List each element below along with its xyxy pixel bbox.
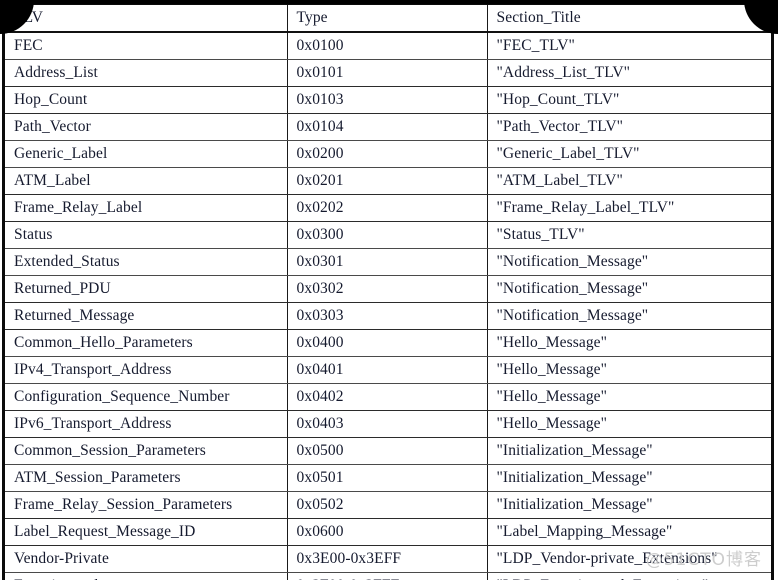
- table-header: TLV Type Section_Title: [5, 5, 771, 33]
- cell-tlv: IPv4_Transport_Address: [5, 356, 288, 384]
- cell-tlv: ATM_Session_Parameters: [5, 464, 288, 492]
- cell-section-title: "Notification_Message": [487, 248, 771, 276]
- cell-tlv: Label_Request_Message_ID: [5, 518, 288, 546]
- table-row: Hop_Count 0x0103 "Hop_Count_TLV": [5, 86, 771, 114]
- cell-tlv: Common_Hello_Parameters: [5, 329, 288, 357]
- cell-section-title: "Status_TLV": [487, 221, 771, 249]
- table-row: Status 0x0300 "Status_TLV": [5, 221, 771, 249]
- cell-type: 0x0103: [287, 86, 488, 114]
- cell-type: 0x3F00-0x3FFF: [287, 572, 488, 580]
- table-body: FEC 0x0100 "FEC_TLV" Address_List 0x0101 "Add…: [5, 32, 771, 580]
- column-header-type: Type: [287, 5, 488, 33]
- cell-section-title: "Initialization_Message": [487, 464, 771, 492]
- cell-section-title: "Hello_Message": [487, 329, 771, 357]
- ldp-tlv-table: TLV Type Section_Title FEC 0x0100 "FEC_TLV…: [5, 5, 771, 580]
- cell-section-title: "Hello_Message": [487, 383, 771, 411]
- table-row: Experimental0x3F00-0x3FFF"LDP_Experiment…: [5, 572, 771, 580]
- cell-tlv: IPv6_Transport_Address: [5, 410, 288, 438]
- cell-type: 0x0101: [287, 59, 488, 87]
- cell-tlv: Extended_Status: [5, 248, 288, 276]
- cell-tlv: Experimental: [5, 572, 288, 580]
- cell-type: 0x0302: [287, 275, 488, 303]
- column-header-tlv: TLV: [5, 5, 288, 33]
- cell-section-title: "Hello_Message": [487, 410, 771, 438]
- cell-type: 0x0202: [287, 194, 488, 222]
- cell-type: 0x0600: [287, 518, 488, 546]
- cell-tlv: Vendor-Private: [5, 545, 288, 573]
- cell-type: 0x0104: [287, 113, 488, 141]
- cell-type: 0x0500: [287, 437, 488, 465]
- cell-type: 0x0200: [287, 140, 488, 168]
- cell-tlv: Returned_Message: [5, 302, 288, 330]
- cell-section-title: "Hop_Count_TLV": [487, 86, 771, 114]
- cell-section-title: "Initialization_Message": [487, 491, 771, 519]
- cell-tlv: Status: [5, 221, 288, 249]
- table-row: Configuration_Sequence_Number 0x0402 "Hell…: [5, 383, 771, 411]
- table-row: Common_Hello_Parameters 0x0400 "Hello_Mess…: [5, 329, 771, 357]
- cell-tlv: Returned_PDU: [5, 275, 288, 303]
- cell-tlv: Configuration_Sequence_Number: [5, 383, 288, 411]
- cell-tlv: ATM_Label: [5, 167, 288, 195]
- table-row: Returned_Message 0x0303 "Notification_Mess…: [5, 302, 771, 330]
- cell-type: 0x0403: [287, 410, 488, 438]
- cell-section-title: "Generic_Label_TLV": [487, 140, 771, 168]
- scanned-page: TLV Type Section_Title FEC 0x0100 "FEC_TLV…: [0, 0, 778, 580]
- cell-section-title: "Notification_Message": [487, 302, 771, 330]
- cell-tlv: Generic_Label: [5, 140, 288, 168]
- table-row: Common_Session_Parameters 0x0500 "Initiali…: [5, 437, 771, 465]
- table-header-row: TLV Type Section_Title: [5, 5, 771, 33]
- cell-type: 0x0502: [287, 491, 488, 519]
- cell-section-title: "Label_Mapping_Message": [487, 518, 771, 546]
- column-header-section-title: Section_Title: [487, 5, 771, 33]
- table-row: Generic_Label 0x0200 "Generic_Label_TLV": [5, 140, 771, 168]
- cell-tlv: Hop_Count: [5, 86, 288, 114]
- cell-tlv: Frame_Relay_Label: [5, 194, 288, 222]
- cell-type: 0x0303: [287, 302, 488, 330]
- cell-section-title: "Frame_Relay_Label_TLV": [487, 194, 771, 222]
- table-row: Label_Request_Message_ID 0x0600 "Label_Map…: [5, 518, 771, 546]
- cell-section-title: "LDP_Vendor-private_Extensions": [487, 545, 771, 573]
- table-row: FEC 0x0100 "FEC_TLV": [5, 32, 771, 60]
- table-row: ATM_Session_Parameters 0x0501 "Initializat…: [5, 464, 771, 492]
- ldp-tlv-table-container: TLV Type Section_Title FEC 0x0100 "FEC_TLV…: [2, 4, 774, 580]
- cell-type: 0x0301: [287, 248, 488, 276]
- cell-section-title: "Initialization_Message": [487, 437, 771, 465]
- table-row: Returned_PDU 0x0302 "Notification_Message": [5, 275, 771, 303]
- table-row: IPv6_Transport_Address 0x0403 "Hello_Messa…: [5, 410, 771, 438]
- cell-section-title: "Notification_Message": [487, 275, 771, 303]
- cell-type: 0x0201: [287, 167, 488, 195]
- table-row: Extended_Status 0x0301 "Notification_Messa…: [5, 248, 771, 276]
- table-row: Path_Vector 0x0104 "Path_Vector_TLV": [5, 113, 771, 141]
- cell-tlv: Path_Vector: [5, 113, 288, 141]
- cell-type: 0x0100: [287, 32, 488, 60]
- cell-section-title: "FEC_TLV": [487, 32, 771, 60]
- table-row: Vendor-Private 0x3E00-0x3EFF "LDP_Vendor-p…: [5, 545, 771, 573]
- cell-section-title: "Hello_Message": [487, 356, 771, 384]
- cell-type: 0x3E00-0x3EFF: [287, 545, 488, 573]
- cell-tlv: Frame_Relay_Session_Parameters: [5, 491, 288, 519]
- cell-tlv: Common_Session_Parameters: [5, 437, 288, 465]
- table-row: Frame_Relay_Label 0x0202 "Frame_Relay_Labe…: [5, 194, 771, 222]
- table-row: Frame_Relay_Session_Parameters 0x0502 "Ini…: [5, 491, 771, 519]
- table-row: Address_List 0x0101 "Address_List_TLV": [5, 59, 771, 87]
- table-row: ATM_Label 0x0201 "ATM_Label_TLV": [5, 167, 771, 195]
- cell-type: 0x0300: [287, 221, 488, 249]
- cell-section-title: "LDP_Experimental_Extensions": [487, 572, 771, 580]
- cell-type: 0x0400: [287, 329, 488, 357]
- table-row: IPv4_Transport_Address 0x0401 "Hello_Messa…: [5, 356, 771, 384]
- cell-tlv: Address_List: [5, 59, 288, 87]
- cell-type: 0x0402: [287, 383, 488, 411]
- cell-tlv: FEC: [5, 32, 288, 60]
- cell-section-title: "Address_List_TLV": [487, 59, 771, 87]
- cell-section-title: "ATM_Label_TLV": [487, 167, 771, 195]
- cell-type: 0x0401: [287, 356, 488, 384]
- cell-section-title: "Path_Vector_TLV": [487, 113, 771, 141]
- cell-type: 0x0501: [287, 464, 488, 492]
